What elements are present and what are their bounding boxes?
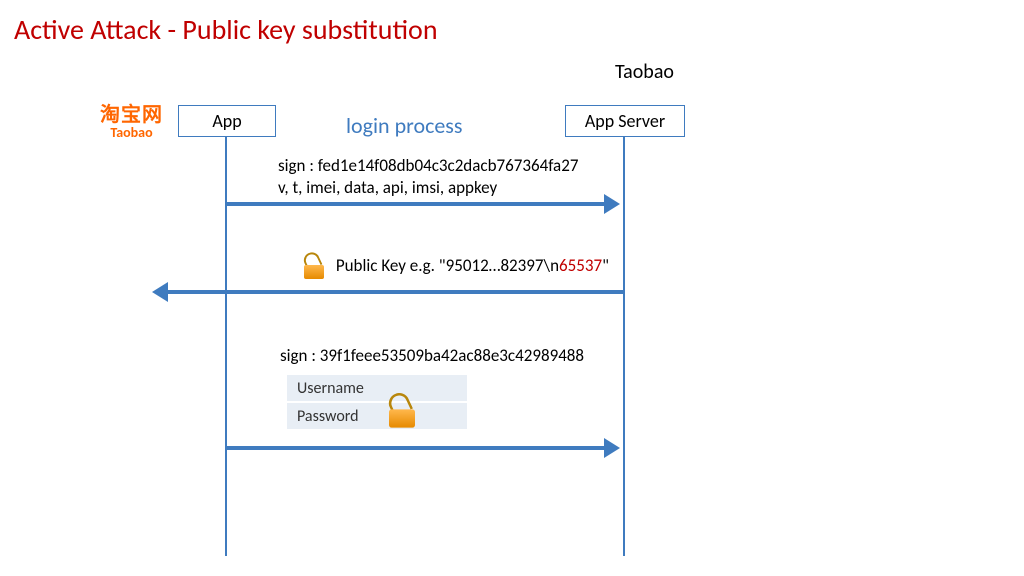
lifeline-server [623, 136, 625, 556]
field-password-label: Password [297, 407, 359, 426]
arrow-3 [227, 446, 607, 450]
msg2-pre: Public Key e.g. "95012…82397\n [336, 255, 559, 276]
arrowhead-2 [152, 282, 168, 302]
arrowhead-1 [604, 194, 620, 214]
msg2-post: " [602, 255, 609, 276]
lifeline-app [225, 136, 227, 556]
taobao-brand: 淘宝网 Taobao [100, 105, 163, 141]
diagram-stage: Active Attack - Public key substitution … [0, 0, 1024, 576]
msg2-highlight: 65537 [559, 255, 602, 276]
arrow-2 [168, 290, 623, 294]
slide-title: Active Attack - Public key substitution [14, 12, 438, 47]
msg2-text: Public Key e.g. "95012…82397\n65537" [302, 255, 609, 279]
msg3-sign: sign : 39f1feee53509ba42ac88e3c42989488 [280, 345, 584, 366]
participant-app: App [178, 105, 276, 137]
server-caption: Taobao [615, 60, 674, 84]
participant-server: App Server [565, 105, 685, 137]
msg1-line2: v, t, imei, data, api, imsi, appkey [278, 177, 497, 198]
arrowhead-3 [604, 438, 620, 458]
center-caption: login process [346, 112, 463, 139]
field-password: Password [286, 402, 468, 430]
brand-en: Taobao [100, 126, 163, 141]
arrow-1 [227, 202, 607, 206]
lock-icon-password [386, 396, 417, 427]
brand-cn: 淘宝网 [100, 105, 163, 126]
msg1-line1: sign : fed1e14f08db04c3c2dacb767364fa27 [278, 155, 578, 176]
lock-icon [302, 255, 326, 279]
field-username: Username [286, 374, 468, 402]
